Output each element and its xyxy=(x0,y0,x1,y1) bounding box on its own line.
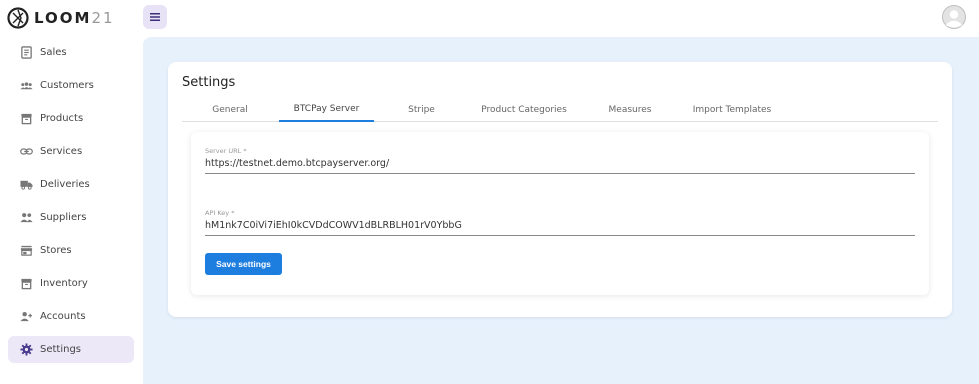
tab-product-categories[interactable]: Product Categories xyxy=(469,98,579,122)
sidebar-item-customers[interactable]: Customers xyxy=(8,72,134,99)
menu-toggle-button[interactable] xyxy=(143,5,167,29)
api-key-input[interactable]: hM1nk7C0iVi7iEhI0kCVDdCOWV1dBLRBLH01rV0Y… xyxy=(205,220,915,236)
settings-card: Settings General BTCPay Server Stripe Pr… xyxy=(168,62,952,317)
sidebar-item-label: Sales xyxy=(40,47,67,58)
user-avatar[interactable] xyxy=(942,5,966,29)
loom-logo-icon xyxy=(7,7,29,29)
brand-text: LOOM xyxy=(34,9,92,27)
tab-measures[interactable]: Measures xyxy=(598,98,662,122)
gear-icon xyxy=(20,343,33,356)
add-user-icon xyxy=(20,311,33,322)
btcpay-settings-form: Server URL * https://testnet.demo.btcpay… xyxy=(191,132,929,295)
page-title: Settings xyxy=(182,75,236,90)
brand-number: 21 xyxy=(91,9,115,27)
tab-stripe[interactable]: Stripe xyxy=(394,98,449,122)
sidebar-item-label: Inventory xyxy=(40,278,88,289)
server-url-input[interactable]: https://testnet.demo.btcpayserver.org/ xyxy=(205,158,915,174)
sidebar-item-suppliers[interactable]: Suppliers xyxy=(8,204,134,231)
sidebar-item-label: Services xyxy=(40,146,83,157)
archive-box-icon xyxy=(21,113,32,125)
sidebar-item-label: Accounts xyxy=(40,311,86,322)
brand-name: LOOM21 xyxy=(34,9,115,27)
archive-box-icon xyxy=(21,278,32,290)
save-settings-button[interactable]: Save settings xyxy=(205,253,282,275)
group-icon xyxy=(20,213,33,223)
receipt-icon xyxy=(21,46,32,59)
sidebar-item-products[interactable]: Products xyxy=(8,105,134,132)
storefront-icon xyxy=(20,245,33,256)
sidebar-item-label: Suppliers xyxy=(40,212,87,223)
truck-icon xyxy=(20,180,33,190)
sidebar-item-label: Settings xyxy=(40,344,82,355)
sidebar-item-deliveries[interactable]: Deliveries xyxy=(8,171,134,198)
main-content: Settings General BTCPay Server Stripe Pr… xyxy=(143,37,979,384)
sidebar-item-label: Products xyxy=(40,113,84,124)
link-icon xyxy=(20,148,33,155)
tab-general[interactable]: General xyxy=(202,98,258,122)
people-icon xyxy=(20,82,33,90)
sidebar-item-services[interactable]: Services xyxy=(8,138,134,165)
sidebar-item-inventory[interactable]: Inventory xyxy=(8,270,134,297)
sidebar: LOOM21 Sales Customers Products Services… xyxy=(0,0,143,384)
sidebar-item-label: Stores xyxy=(40,245,72,256)
api-key-field: API Key * hM1nk7C0iVi7iEhI0kCVDdCOWV1dBL… xyxy=(205,209,915,236)
tab-import-templates[interactable]: Import Templates xyxy=(682,98,782,122)
sidebar-item-settings[interactable]: Settings xyxy=(8,336,134,363)
hamburger-menu-icon xyxy=(150,13,160,21)
sidebar-item-sales[interactable]: Sales xyxy=(8,39,134,66)
sidebar-item-accounts[interactable]: Accounts xyxy=(8,303,134,330)
server-url-field: Server URL * https://testnet.demo.btcpay… xyxy=(205,147,915,174)
tab-btcpay-server[interactable]: BTCPay Server xyxy=(279,98,374,122)
user-icon xyxy=(942,5,966,29)
server-url-label: Server URL * xyxy=(205,147,247,155)
sidebar-item-label: Deliveries xyxy=(40,179,90,190)
sidebar-item-label: Customers xyxy=(40,80,94,91)
brand-logo[interactable]: LOOM21 xyxy=(7,7,115,29)
api-key-label: API Key * xyxy=(205,209,235,217)
sidebar-nav: Sales Customers Products Services Delive… xyxy=(8,39,134,369)
sidebar-item-stores[interactable]: Stores xyxy=(8,237,134,264)
settings-tabs: General BTCPay Server Stripe Product Cat… xyxy=(182,98,938,122)
